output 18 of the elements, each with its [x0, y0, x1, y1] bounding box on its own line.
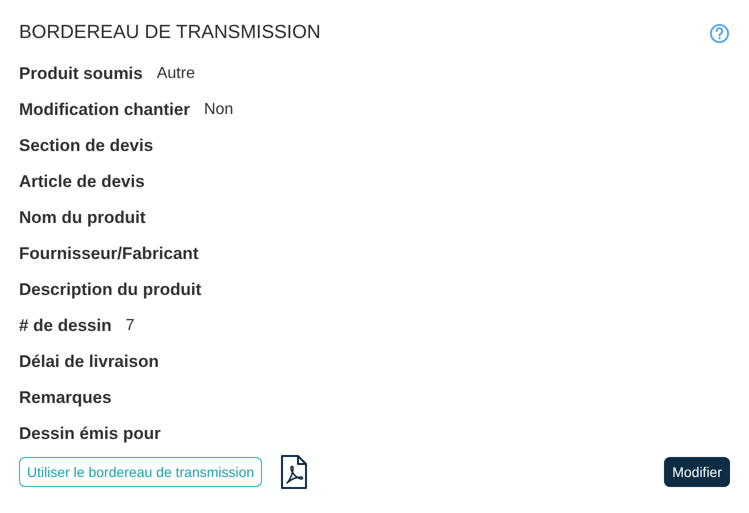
- field-value: Non: [204, 101, 234, 119]
- field-label: Description du produit: [19, 280, 202, 300]
- panel-title: BORDEREAU DE TRANSMISSION: [19, 22, 321, 44]
- edit-button[interactable]: Modifier: [664, 457, 730, 487]
- pdf-file-icon[interactable]: [280, 454, 308, 490]
- field-label: Section de devis: [19, 136, 154, 156]
- help-icon[interactable]: [709, 22, 730, 44]
- field-value: 7: [126, 317, 135, 335]
- field-label: Fournisseur/Fabricant: [19, 244, 198, 264]
- field-label: Dessin émis pour: [19, 424, 161, 444]
- field-label: Article de devis: [19, 172, 145, 192]
- field-label: Modification chantier: [19, 100, 190, 120]
- field-label: Délai de livraison: [19, 352, 159, 372]
- field-label: # de dessin: [19, 316, 112, 336]
- field-label: Remarques: [19, 388, 112, 408]
- field-label: Produit soumis: [19, 64, 143, 84]
- field-label: Nom du produit: [19, 208, 146, 228]
- field-value: Autre: [156, 65, 195, 83]
